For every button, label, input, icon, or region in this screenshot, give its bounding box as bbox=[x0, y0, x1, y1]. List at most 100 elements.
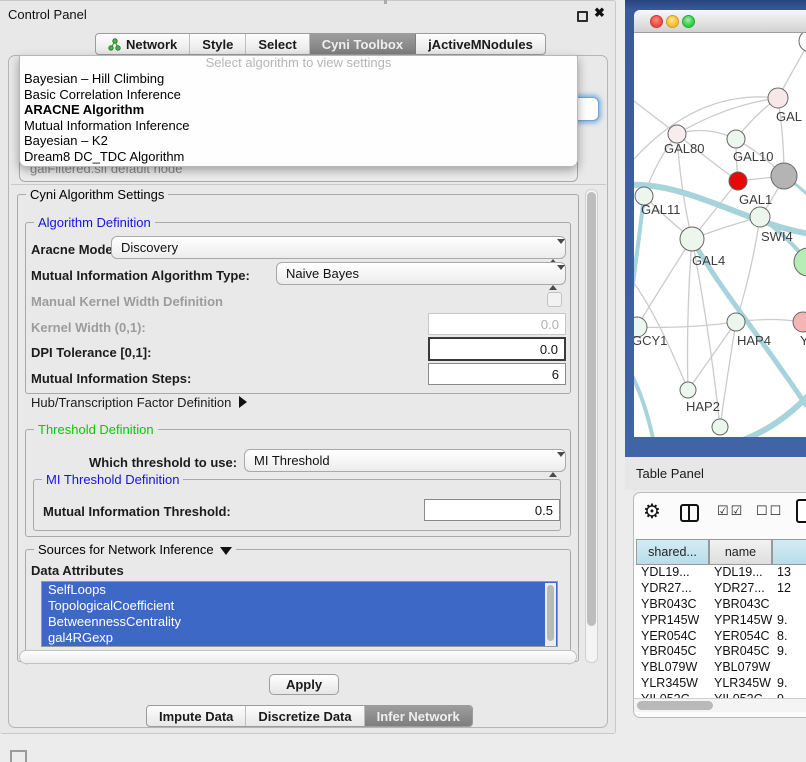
network-node-gal-cut[interactable] bbox=[768, 88, 788, 108]
split-columns-icon[interactable] bbox=[680, 504, 699, 522]
dpi-tolerance-label: DPI Tolerance [0,1]: bbox=[31, 345, 151, 360]
minimize-traffic-light-icon[interactable] bbox=[666, 15, 679, 28]
mi-type-label: Mutual Information Algorithm Type: bbox=[31, 268, 250, 283]
data-attribute-item[interactable]: SelfLoops bbox=[42, 582, 557, 598]
network-edge[interactable] bbox=[720, 322, 736, 427]
network-node-HAP4[interactable] bbox=[727, 313, 745, 331]
cyni-bottom-tabbar: Impute Data Discretize Data Infer Networ… bbox=[146, 705, 473, 727]
table-cell: 9. bbox=[777, 613, 787, 629]
tab-infer-network[interactable]: Infer Network bbox=[365, 706, 472, 726]
table-row[interactable]: YBR043CYBR043C bbox=[634, 597, 806, 613]
settings-horizontal-scrollbar[interactable] bbox=[19, 650, 577, 664]
network-edge[interactable] bbox=[637, 322, 736, 327]
tab-discretize-data-label: Discretize Data bbox=[258, 709, 351, 724]
table-row[interactable]: YDR27...YDR27...12 bbox=[634, 581, 806, 597]
tab-jactivemnodules[interactable]: jActiveMNodules bbox=[416, 34, 545, 54]
network-node-label: GAL80 bbox=[664, 141, 704, 156]
network-window-titlebar[interactable] bbox=[634, 10, 806, 33]
minimized-panel-icon[interactable] bbox=[10, 750, 27, 762]
tab-jactivemnodules-label: jActiveMNodules bbox=[428, 37, 533, 52]
attributes-scrollbar[interactable] bbox=[545, 583, 556, 646]
sources-group-title[interactable]: Sources for Network Inference bbox=[34, 542, 236, 557]
algorithm-popup-list: Bayesian – Hill ClimbingBasic Correlatio… bbox=[20, 71, 577, 164]
which-threshold-label: Which threshold to use: bbox=[89, 455, 237, 470]
deselect-checkboxes-icon[interactable]: ☐☐ bbox=[756, 503, 783, 519]
screen: Control Panel ✖ Network Style bbox=[0, 0, 806, 762]
data-attribute-item[interactable]: gal4RGexp bbox=[42, 630, 557, 646]
gear-icon[interactable]: ⚙ bbox=[643, 499, 661, 524]
data-attributes-list[interactable]: SelfLoopsTopologicalCoefficientBetweenne… bbox=[41, 581, 558, 647]
algorithm-popup-item[interactable]: ARACNE Algorithm bbox=[20, 102, 577, 118]
table-row[interactable]: YER054CYER054C8. bbox=[634, 629, 806, 645]
settings-vertical-scrollbar[interactable] bbox=[585, 189, 598, 663]
select-all-checkboxes-icon[interactable]: ☑☑ bbox=[717, 503, 744, 519]
table-panel-title: Table Panel bbox=[636, 466, 704, 481]
control-panel-title: Control Panel bbox=[8, 7, 87, 22]
table-row[interactable]: YLR345WYLR345W9. bbox=[634, 676, 806, 692]
mi-type-combo[interactable]: Naive Bayes bbox=[276, 262, 566, 285]
network-edge[interactable] bbox=[736, 217, 760, 322]
tab-impute-data[interactable]: Impute Data bbox=[147, 706, 246, 726]
aracne-mode-combo[interactable]: Discovery bbox=[111, 236, 566, 259]
algorithm-popup-item[interactable]: Mutual Information Inference bbox=[20, 118, 577, 134]
mi-steps-field[interactable] bbox=[428, 363, 566, 385]
table-horizontal-scrollbar[interactable] bbox=[634, 698, 806, 712]
close-icon[interactable]: ✖ bbox=[594, 5, 605, 21]
settings-scroll-viewport: Cyni Algorithm Settings Algorithm Defini… bbox=[14, 187, 586, 665]
network-edge[interactable] bbox=[637, 239, 692, 327]
network-node-GAL1[interactable] bbox=[729, 172, 747, 190]
attributes-scrollbar-thumb[interactable] bbox=[547, 585, 554, 641]
algorithm-popup-item[interactable]: Bayesian – K2 bbox=[20, 133, 577, 149]
table-row[interactable]: YPR145WYPR145W9. bbox=[634, 613, 806, 629]
algorithm-popup-item[interactable]: Basic Correlation Inference bbox=[20, 87, 577, 103]
tab-style[interactable]: Style bbox=[190, 34, 246, 54]
algorithm-popup-item[interactable]: Bayesian – Hill Climbing bbox=[20, 71, 577, 87]
hub-definition-toggle[interactable]: Hub/Transcription Factor Definition bbox=[31, 395, 247, 410]
network-node-SWI4[interactable] bbox=[750, 207, 770, 227]
network-edge[interactable] bbox=[677, 98, 778, 134]
column-header-shared-name[interactable]: shared... bbox=[636, 539, 709, 565]
table-cell: YBR043C bbox=[641, 597, 697, 613]
apply-button[interactable]: Apply bbox=[269, 674, 339, 695]
table-scrollbar-thumb[interactable] bbox=[637, 701, 713, 710]
network-edge[interactable] bbox=[634, 365, 654, 437]
manual-kernel-checkbox[interactable] bbox=[547, 292, 562, 307]
network-node-HAP2[interactable] bbox=[680, 382, 696, 398]
data-attribute-item[interactable]: TopologicalCoefficient bbox=[42, 598, 557, 614]
kernel-width-field[interactable] bbox=[428, 313, 566, 335]
mi-threshold-field[interactable] bbox=[424, 499, 560, 521]
settings-scrollbar-thumb[interactable] bbox=[587, 192, 596, 626]
column-header-partial[interactable] bbox=[772, 539, 806, 565]
collapsed-arrow-icon bbox=[239, 396, 247, 408]
tab-network[interactable]: Network bbox=[96, 34, 190, 54]
data-attribute-item[interactable]: BetweennessCentrality bbox=[42, 614, 557, 630]
close-traffic-light-icon[interactable] bbox=[650, 15, 663, 28]
tab-cyni-toolbox[interactable]: Cyni Toolbox bbox=[310, 34, 416, 54]
column-header-name[interactable]: name bbox=[709, 539, 772, 565]
table-cell: YPR145W bbox=[714, 613, 772, 629]
network-node-GAL4[interactable] bbox=[680, 227, 704, 251]
network-edge[interactable] bbox=[688, 322, 736, 390]
table-row[interactable]: YBR045CYBR045C9. bbox=[634, 644, 806, 660]
network-node-GAL10[interactable] bbox=[727, 130, 745, 148]
new-table-icon[interactable] bbox=[796, 499, 806, 523]
network-edge[interactable] bbox=[730, 385, 806, 437]
tab-select[interactable]: Select bbox=[246, 34, 309, 54]
dpi-tolerance-field[interactable] bbox=[428, 337, 566, 361]
algorithm-popup-item[interactable]: Dream8 DC_TDC Algorithm bbox=[20, 149, 577, 165]
hub-definition-label: Hub/Transcription Factor Definition bbox=[31, 395, 231, 410]
network-node-top-node[interactable] bbox=[799, 33, 806, 52]
table-row[interactable]: YDL19...YDL19...13 bbox=[634, 565, 806, 581]
table-row[interactable]: YBL079WYBL079W bbox=[634, 660, 806, 676]
control-panel-tabbar: Network Style Select Cyni Toolbox jActiv… bbox=[95, 33, 546, 55]
network-node-green-node[interactable] bbox=[794, 248, 806, 276]
network-node-gray-node[interactable] bbox=[771, 163, 797, 189]
tab-discretize-data[interactable]: Discretize Data bbox=[246, 706, 364, 726]
cyni-toolbox-panel: galFiltered.sif default node Cyni Algori… bbox=[8, 55, 608, 728]
network-node-bottom-node[interactable] bbox=[712, 419, 728, 435]
which-threshold-combo[interactable]: MI Threshold bbox=[244, 449, 566, 472]
zoom-traffic-light-icon[interactable] bbox=[682, 15, 695, 28]
float-window-icon[interactable] bbox=[577, 11, 588, 22]
network-node-pink-node[interactable] bbox=[793, 312, 806, 332]
network-canvas[interactable]: GALGAL80GAL10GAL1GAL11SWI4GAL4GCY1HAP4YH… bbox=[634, 33, 806, 437]
